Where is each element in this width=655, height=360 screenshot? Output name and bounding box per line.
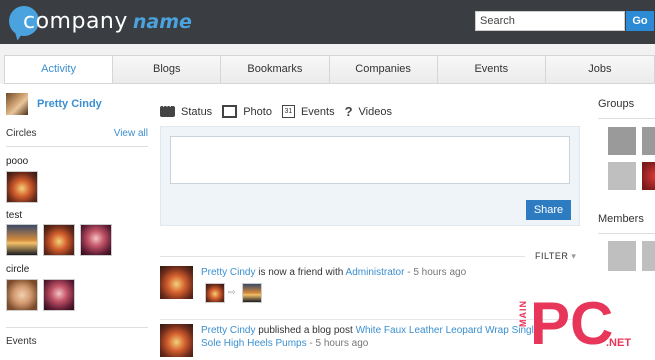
divider xyxy=(598,118,655,119)
feed-item-text: Pretty Cindy is now a friend with Admini… xyxy=(201,266,541,279)
circle-member-thumb[interactable] xyxy=(43,224,75,256)
friend-thumb[interactable] xyxy=(205,283,225,303)
top-header: company name Go xyxy=(0,0,655,44)
chat-bubble-icon xyxy=(160,101,175,117)
composer-tab-label: Status xyxy=(181,105,213,118)
question-mark-icon: ? xyxy=(344,104,353,119)
feed-avatar[interactable] xyxy=(160,324,193,357)
feed-timestamp: 5 hours ago xyxy=(315,338,369,349)
feed-actor-link[interactable]: Pretty Cindy xyxy=(201,325,255,336)
feed-target-link[interactable]: Administrator xyxy=(346,267,405,278)
circle-member-thumb[interactable] xyxy=(6,171,38,203)
feed-actor-link[interactable]: Pretty Cindy xyxy=(201,267,255,278)
profile-summary[interactable]: Pretty Cindy xyxy=(6,93,102,115)
composer-tab-label: Videos xyxy=(358,105,392,118)
divider xyxy=(6,327,148,328)
circle-label-circle[interactable]: circle xyxy=(6,264,29,275)
chevron-down-icon: ▾ xyxy=(571,251,577,261)
member-thumb[interactable] xyxy=(642,241,655,271)
group-thumb[interactable] xyxy=(608,127,636,155)
tab-bookmarks[interactable]: Bookmarks xyxy=(221,56,330,83)
watermark-logo: MAIN PC .NET xyxy=(518,294,655,360)
composer-tab-status[interactable]: Status xyxy=(160,101,213,118)
left-sidebar: Pretty Cindy Circles View all pooo test … xyxy=(0,84,155,360)
composer-tab-videos[interactable]: ? Videos xyxy=(345,104,392,119)
groups-title: Groups xyxy=(598,98,635,110)
search-go-button[interactable]: Go xyxy=(626,11,654,31)
divider xyxy=(598,233,655,234)
composer-tab-label: Photo xyxy=(243,105,272,118)
logo-name-text: name xyxy=(132,11,192,33)
arrow-right-icon: ⇨ xyxy=(228,287,236,297)
tab-companies[interactable]: Companies xyxy=(329,56,438,83)
circles-header: Circles View all xyxy=(6,128,148,139)
members-title: Members xyxy=(598,213,644,225)
search-input[interactable] xyxy=(475,11,625,31)
feed-item-text: Pretty Cindy published a blog post White… xyxy=(201,324,541,350)
group-thumb[interactable] xyxy=(642,127,655,155)
tab-events[interactable]: Events xyxy=(437,56,546,83)
feed-action: is now a friend with xyxy=(258,267,344,278)
circle-member-thumb[interactable] xyxy=(6,279,38,311)
circle-label-pooo[interactable]: pooo xyxy=(6,156,28,167)
divider xyxy=(6,146,148,147)
events-section-title: Events xyxy=(6,336,37,347)
composer-tab-events[interactable]: 31 Events xyxy=(281,105,335,118)
divider xyxy=(160,319,580,320)
tab-jobs[interactable]: Jobs xyxy=(545,56,654,83)
circles-title: Circles xyxy=(6,128,37,139)
tab-blogs[interactable]: Blogs xyxy=(113,56,222,83)
circle-member-thumb[interactable] xyxy=(43,279,75,311)
feed-filter-dropdown[interactable]: FILTER ▾ xyxy=(535,251,576,262)
filter-label: FILTER xyxy=(535,251,569,261)
friend-thumb[interactable] xyxy=(242,283,262,303)
profile-name-link[interactable]: Pretty Cindy xyxy=(37,98,102,110)
feed-avatar[interactable] xyxy=(160,266,193,299)
group-thumb[interactable] xyxy=(642,162,655,190)
avatar[interactable] xyxy=(6,93,28,115)
tab-activity[interactable]: Activity xyxy=(5,56,114,83)
photo-icon xyxy=(222,105,238,118)
calendar-icon: 31 xyxy=(281,105,295,118)
composer-tab-label: Events xyxy=(300,105,335,118)
share-button[interactable]: Share xyxy=(526,200,571,220)
activity-stream: Status Photo 31 Events ? Videos Share FI… xyxy=(160,84,580,360)
status-textarea[interactable] xyxy=(170,136,570,184)
watermark-side-text: MAIN xyxy=(518,300,528,327)
feed-timestamp: 5 hours ago xyxy=(413,267,467,278)
group-thumb[interactable] xyxy=(608,162,636,190)
circle-label-test[interactable]: test xyxy=(6,210,22,221)
watermark-suffix-text: .NET xyxy=(606,337,632,349)
divider xyxy=(160,256,525,257)
circles-view-all-link[interactable]: View all xyxy=(114,128,148,139)
circle-member-thumb[interactable] xyxy=(6,224,38,256)
composer-tabs: Status Photo 31 Events ? Videos xyxy=(160,101,402,119)
composer-tab-photo[interactable]: Photo xyxy=(222,105,272,118)
main-tabs: Activity Blogs Bookmarks Companies Event… xyxy=(4,55,655,84)
company-logo[interactable]: company name xyxy=(9,4,192,38)
watermark-big-text: PC xyxy=(530,290,614,357)
member-thumb[interactable] xyxy=(608,241,636,271)
feed-target-link[interactable]: White Faux Leather Leopard Wrap xyxy=(356,325,509,336)
circle-member-thumb[interactable] xyxy=(80,224,112,256)
status-composer: Share xyxy=(160,126,580,226)
feed-action: published a blog post xyxy=(258,325,353,336)
logo-company-text: company xyxy=(23,8,128,34)
